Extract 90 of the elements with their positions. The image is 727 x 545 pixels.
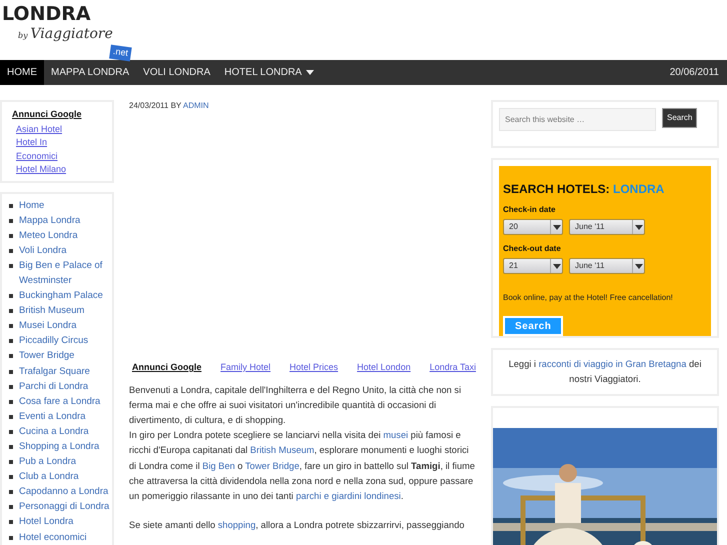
caret-icon bbox=[306, 70, 314, 75]
sidebar-link[interactable]: Big Ben e Palace of Westminster bbox=[19, 258, 112, 288]
bullet-icon bbox=[9, 536, 13, 540]
day-select[interactable]: 21 bbox=[503, 258, 563, 274]
sidebar-link[interactable]: Tower Bridge bbox=[19, 348, 74, 364]
bullet-icon bbox=[9, 475, 13, 480]
sidebar-link[interactable]: Voli Londra bbox=[19, 242, 67, 258]
bullet-icon bbox=[9, 339, 13, 344]
search-field[interactable]: Search this website … bbox=[499, 108, 656, 131]
bullet-icon bbox=[9, 430, 13, 434]
sidebar-link[interactable]: Musei Londra bbox=[19, 318, 77, 334]
bullet-icon bbox=[9, 234, 13, 238]
date-label: Check-out date bbox=[503, 243, 562, 255]
sidebar-link[interactable]: Club a Londra bbox=[19, 469, 79, 484]
sidebar-link[interactable]: Hotel Londra bbox=[19, 514, 74, 530]
hotel-title: SEARCH HOTELS: LONDRA bbox=[503, 181, 666, 198]
date-label: Check-in date bbox=[503, 204, 556, 216]
sidebar-link[interactable]: Capodanno a Londra bbox=[19, 484, 108, 500]
ad-link[interactable]: Hotel London bbox=[357, 361, 411, 374]
text-link[interactable]: Big Ben bbox=[202, 460, 235, 471]
ad-link[interactable]: Asian Hotel bbox=[16, 124, 112, 135]
month-select[interactable]: June '11 bbox=[569, 219, 645, 235]
byline: BY bbox=[170, 101, 182, 110]
caret-icon bbox=[632, 220, 644, 234]
sidebar-link[interactable]: British Museum bbox=[19, 303, 84, 318]
bullet-icon bbox=[9, 520, 13, 524]
sidebar-link[interactable]: Buckingham Palace bbox=[19, 288, 103, 304]
bullet-icon bbox=[9, 248, 13, 253]
ad-link[interactable]: Londra Taxi bbox=[430, 361, 476, 374]
bullet-icon bbox=[9, 400, 13, 404]
sidebar-link[interactable]: Trafalgar Square bbox=[19, 364, 90, 379]
hotel-note: Book online, pay at the Hotel! Free cancellation! bbox=[503, 292, 674, 304]
bullet-icon bbox=[9, 294, 13, 298]
sidebar-link[interactable]: Cucina a Londra bbox=[19, 424, 89, 439]
caret-icon bbox=[632, 259, 644, 273]
day-select[interactable]: 20 bbox=[503, 219, 563, 235]
ads-title: Annunci Google bbox=[132, 361, 202, 374]
text-link[interactable]: Tower Bridge bbox=[245, 460, 300, 471]
text-link[interactable]: British Museum bbox=[250, 445, 314, 456]
sidebar-link[interactable]: Parchi di Londra bbox=[19, 378, 88, 394]
text-link[interactable]: shopping bbox=[218, 520, 256, 530]
bullet-icon bbox=[9, 505, 13, 510]
ads-title: Annunci Google bbox=[12, 108, 82, 121]
text-link[interactable]: musei bbox=[383, 430, 408, 440]
bullet-icon bbox=[9, 414, 13, 419]
caret-icon bbox=[550, 220, 562, 234]
bullet-icon bbox=[9, 324, 13, 328]
bullet-icon bbox=[9, 370, 13, 374]
ad-link[interactable]: Economici bbox=[16, 150, 112, 162]
bullet-icon bbox=[9, 384, 13, 389]
ad-link[interactable]: Hotel In bbox=[16, 137, 112, 148]
sidebar-link[interactable]: Cosa fare a Londra bbox=[19, 394, 100, 409]
search-button[interactable]: Search bbox=[662, 108, 698, 128]
search-button[interactable]: Search bbox=[503, 316, 564, 336]
bullet-icon bbox=[9, 354, 13, 358]
month-select[interactable]: June '11 bbox=[569, 258, 645, 274]
post-date: 24/03/2011 bbox=[129, 101, 168, 110]
ad-link[interactable]: Family Hotel bbox=[220, 361, 271, 374]
bullet-icon bbox=[9, 309, 13, 314]
sidebar-link[interactable]: Piccadilly Circus bbox=[19, 333, 88, 348]
bullet-icon bbox=[9, 490, 13, 494]
bullet-icon bbox=[9, 445, 13, 449]
paragraph: Leggi i racconti di viaggio in Gran Bretagna dei nostri Viaggiatori. bbox=[508, 358, 702, 386]
nav-tab[interactable]: HOTEL LONDRA bbox=[217, 60, 321, 85]
paragraph: Benvenuti a Londra, capitale dell'Inghilterra e del Regno Unito, la città che non si ferma mai e che offre ai suoi visitatori un'incredibile quantità di occasioni di divertimento, di cultura, e di shopping. bbox=[129, 384, 462, 427]
paragraph: In giro per Londra potete scegliere se lanciarvi nella visita dei musei più famosi e ricchi d'Europa capitanati dal British Museum, esplorare monumenti e luoghi storici di Londra come il Big Ben o Tower Bridge, fare un giro in battello sul Tamigi, il fiume che attraversa la città dividendola nella zona nord e nella zona sud, oppure passare un pomeriggio rilassante in uno dei tanti parchi e giardini londinesi. bbox=[129, 429, 476, 503]
nav-tab[interactable]: HOME bbox=[0, 60, 44, 85]
sidebar-link[interactable]: Eventi a Londra bbox=[19, 408, 86, 424]
sidebar-link[interactable]: Home bbox=[19, 198, 44, 213]
paragraph: Se siete amanti dello shopping, allora a Londra potrete sbizzarrirvi, passeggiando bbox=[129, 519, 466, 532]
nav-date: 20/06/2011 bbox=[670, 66, 720, 80]
sidebar-link[interactable]: Mappa Londra bbox=[19, 212, 80, 228]
nav-tab[interactable]: MAPPA LONDRA bbox=[44, 60, 136, 85]
sidebar-link[interactable]: Shopping a Londra bbox=[19, 439, 100, 454]
author-link[interactable]: ADMIN bbox=[183, 101, 209, 110]
text-link[interactable]: parchi e giardini londinesi bbox=[296, 490, 401, 501]
bullet-icon bbox=[9, 264, 13, 268]
sidebar-link[interactable]: Hotel economici bbox=[19, 530, 87, 545]
sidebar-link[interactable]: Meteo Londra bbox=[19, 228, 78, 243]
ad-link[interactable]: Hotel Prices bbox=[290, 361, 338, 374]
nav-tab[interactable]: VOLI LONDRA bbox=[136, 60, 218, 85]
bullet-icon bbox=[9, 460, 13, 464]
sidebar-link[interactable]: Personaggi di Londra bbox=[19, 499, 110, 514]
sidebar-link[interactable]: Pub a Londra bbox=[19, 454, 76, 470]
caret-icon bbox=[550, 259, 562, 273]
bullet-icon bbox=[9, 204, 13, 208]
site-logo[interactable]: LONDRA by Viaggiatore .net bbox=[2, 4, 142, 60]
ad-link[interactable]: Hotel Milano bbox=[16, 164, 112, 176]
text-link[interactable]: racconti di viaggio in Gran Bretagna bbox=[538, 359, 686, 369]
bullet-icon bbox=[9, 218, 13, 223]
